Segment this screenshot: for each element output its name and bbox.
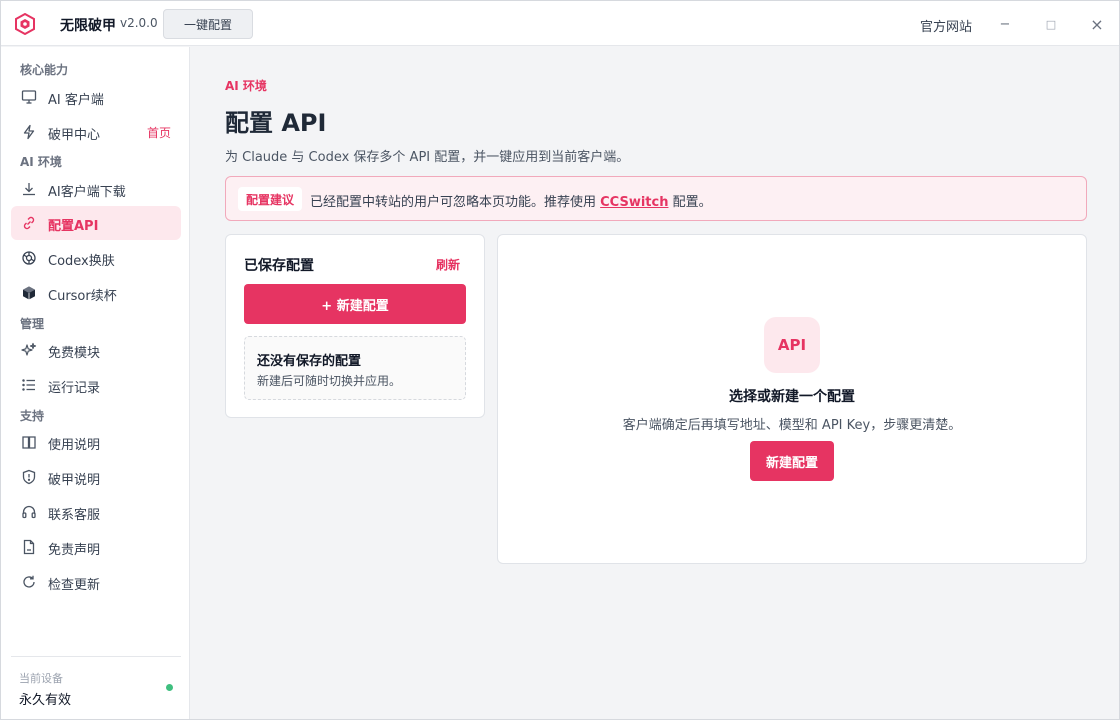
list-icon bbox=[21, 377, 37, 393]
document-icon bbox=[21, 539, 37, 555]
new-config-button[interactable]: + 新建配置 bbox=[244, 284, 466, 324]
sidebar-item-label: 破甲说明 bbox=[48, 473, 101, 488]
page-description: 为 Claude 与 Codex 保存多个 API 配置，并一键应用到当前客户端… bbox=[225, 150, 630, 165]
app-name: 无限破甲 bbox=[60, 18, 116, 34]
detail-title: 选择或新建一个配置 bbox=[729, 389, 855, 405]
sidebar-section-ai-env: AI 环境 bbox=[20, 155, 62, 169]
sidebar-item-label: 配置API bbox=[48, 219, 99, 234]
notice-text-after: 配置。 bbox=[668, 195, 712, 210]
empty-title: 还没有保存的配置 bbox=[257, 354, 362, 369]
sidebar-item-check-update[interactable]: 检查更新 bbox=[11, 565, 181, 599]
close-icon[interactable]: × bbox=[1084, 11, 1110, 37]
config-suggestion-notice: 配置建议 已经配置中转站的用户可忽略本页功能。推荐使用 CCSwitch 配置。 bbox=[225, 176, 1087, 221]
notice-text: 已经配置中转站的用户可忽略本页功能。推荐使用 CCSwitch 配置。 bbox=[310, 191, 712, 210]
sidebar: 核心能力 AI 客户端 破甲中心 首页 AI 环境 AI客户端下载 配置API … bbox=[1, 47, 190, 719]
device-status: 永久有效 bbox=[19, 693, 72, 708]
link-icon bbox=[21, 215, 37, 231]
home-badge: 首页 bbox=[146, 126, 171, 140]
sidebar-item-disclaimer[interactable]: 免责声明 bbox=[11, 530, 181, 564]
status-dot bbox=[166, 684, 173, 691]
page-title: 配置 API bbox=[225, 109, 327, 137]
sidebar-item-label: 破甲中心 bbox=[48, 128, 101, 143]
main-content: AI 环境 配置 API 为 Claude 与 Codex 保存多个 API 配… bbox=[191, 47, 1119, 719]
sidebar-item-cursor-refill[interactable]: Cursor续杯 bbox=[11, 276, 181, 310]
sidebar-divider bbox=[11, 656, 181, 657]
sidebar-item-ai-client[interactable]: AI 客户端 bbox=[11, 80, 181, 114]
config-detail-panel: API 选择或新建一个配置 客户端确定后再填写地址、模型和 API Key，步骤… bbox=[497, 234, 1087, 564]
app-logo-icon bbox=[14, 13, 36, 35]
section-eyebrow: AI 环境 bbox=[225, 79, 267, 93]
app-window: 无限破甲 v2.0.0 一键配置 官方网站 − □ × 核心能力 AI 客户端 … bbox=[0, 0, 1120, 720]
sidebar-section-core: 核心能力 bbox=[20, 63, 69, 77]
title-bar: 无限破甲 v2.0.0 一键配置 官方网站 − □ × bbox=[1, 1, 1119, 46]
sparkle-icon bbox=[21, 342, 37, 358]
sidebar-item-armor-guide[interactable]: 破甲说明 bbox=[11, 460, 181, 494]
refresh-button[interactable]: 刷新 bbox=[436, 256, 460, 273]
openai-icon bbox=[21, 250, 37, 266]
new-config-button-secondary[interactable]: 新建配置 bbox=[750, 441, 834, 481]
notice-text-before: 已经配置中转站的用户可忽略本页功能。推荐使用 bbox=[310, 195, 601, 210]
sidebar-item-label: AI 客户端 bbox=[48, 93, 104, 108]
sidebar-item-label: 免责声明 bbox=[48, 543, 101, 558]
sidebar-item-label: 使用说明 bbox=[48, 438, 101, 453]
sidebar-item-free-modules[interactable]: 免费模块 bbox=[11, 333, 181, 367]
monitor-icon bbox=[21, 89, 37, 105]
official-site-link[interactable]: 官方网站 bbox=[920, 16, 972, 35]
sidebar-section-support: 支持 bbox=[20, 409, 45, 423]
sidebar-item-label: Codex换肤 bbox=[48, 254, 115, 269]
empty-description: 新建后可随时切换并应用。 bbox=[257, 374, 402, 388]
bolt-icon bbox=[21, 124, 37, 140]
ccswitch-link[interactable]: CCSwitch bbox=[600, 195, 668, 210]
sidebar-item-label: 联系客服 bbox=[48, 508, 101, 523]
sidebar-item-label: Cursor续杯 bbox=[48, 289, 117, 304]
one-click-config-button[interactable]: 一键配置 bbox=[163, 9, 253, 39]
saved-configs-title: 已保存配置 bbox=[244, 258, 314, 274]
download-icon bbox=[21, 181, 37, 197]
api-badge-icon: API bbox=[764, 317, 820, 373]
maximize-icon[interactable]: □ bbox=[1038, 11, 1064, 37]
sidebar-item-contact-support[interactable]: 联系客服 bbox=[11, 495, 181, 529]
sidebar-item-label: AI客户端下载 bbox=[48, 185, 126, 200]
sidebar-item-codex-skin[interactable]: Codex换肤 bbox=[11, 241, 181, 275]
headset-icon bbox=[21, 504, 37, 520]
sidebar-item-label: 免费模块 bbox=[48, 346, 101, 361]
notice-tag: 配置建议 bbox=[238, 187, 303, 211]
sidebar-section-manage: 管理 bbox=[20, 317, 45, 331]
sidebar-item-client-download[interactable]: AI客户端下载 bbox=[11, 172, 181, 206]
detail-description: 客户端确定后再填写地址、模型和 API Key，步骤更清楚。 bbox=[622, 418, 962, 433]
refresh-icon bbox=[21, 574, 37, 590]
minimize-icon[interactable]: − bbox=[992, 11, 1018, 37]
sidebar-item-armor-center[interactable]: 破甲中心 首页 bbox=[11, 115, 181, 149]
app-version: v2.0.0 bbox=[120, 16, 158, 30]
sidebar-item-label: 运行记录 bbox=[48, 381, 101, 396]
empty-configs-placeholder: 还没有保存的配置 新建后可随时切换并应用。 bbox=[244, 336, 466, 400]
shield-icon bbox=[21, 469, 37, 485]
book-icon bbox=[21, 434, 37, 450]
sidebar-item-config-api[interactable]: 配置API bbox=[11, 206, 181, 240]
cube-icon bbox=[21, 285, 37, 301]
sidebar-item-run-log[interactable]: 运行记录 bbox=[11, 368, 181, 402]
saved-configs-panel: 已保存配置 刷新 + 新建配置 还没有保存的配置 新建后可随时切换并应用。 bbox=[225, 234, 485, 418]
device-label: 当前设备 bbox=[19, 672, 63, 685]
sidebar-item-usage-guide[interactable]: 使用说明 bbox=[11, 425, 181, 459]
sidebar-item-label: 检查更新 bbox=[48, 578, 101, 593]
